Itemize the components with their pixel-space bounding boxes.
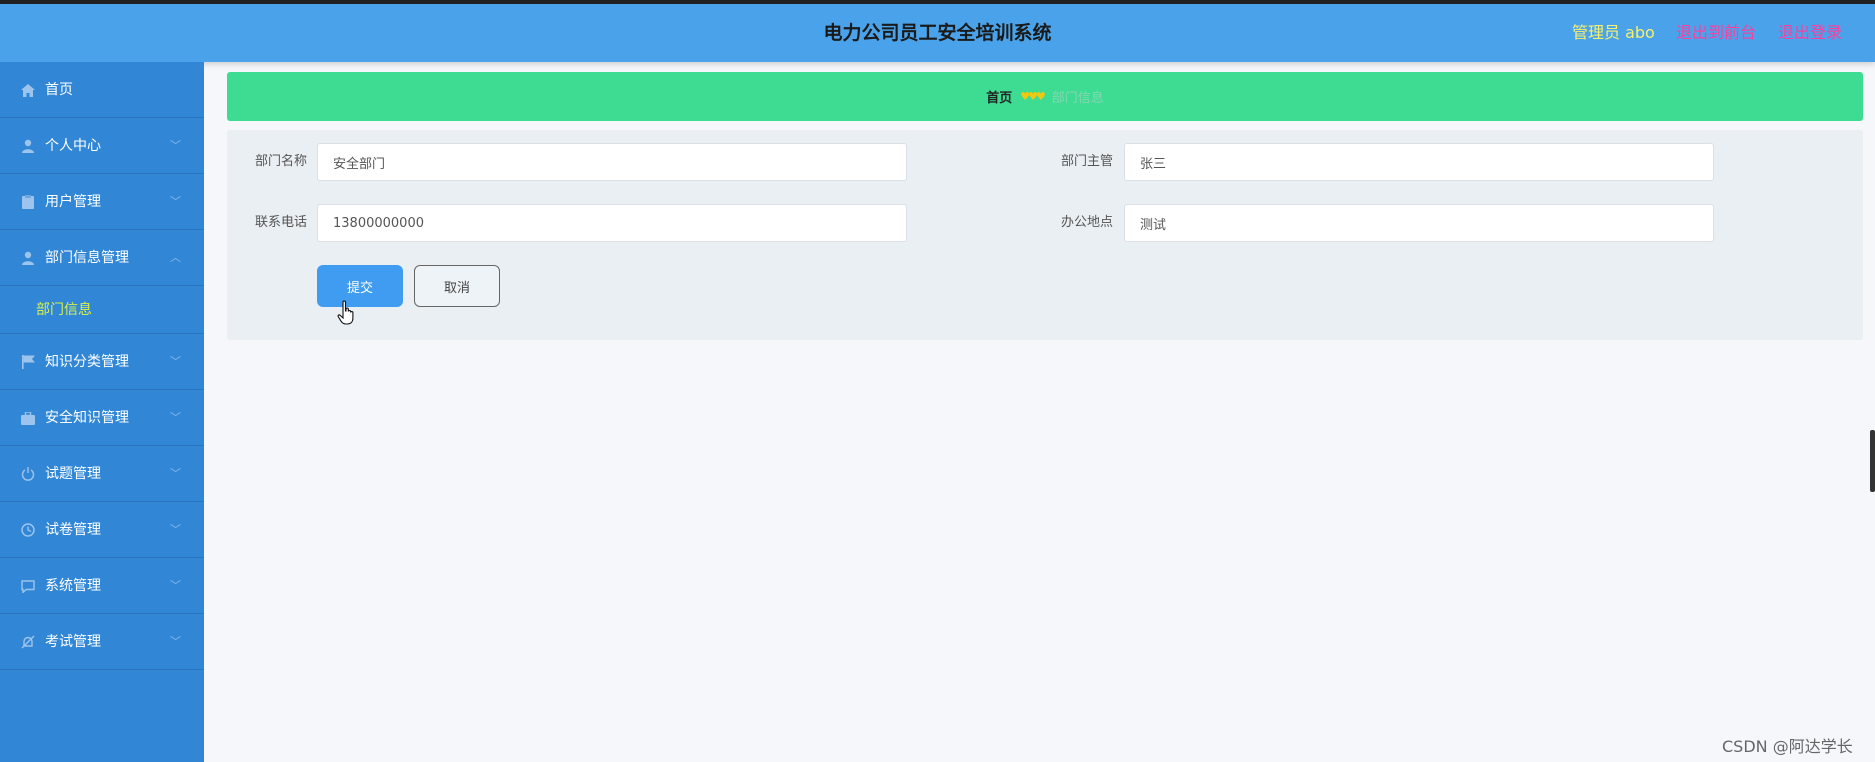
sidebar-item-dept-info[interactable]: 部门信息管理 ︿	[0, 230, 204, 286]
office-label: 办公地点	[1060, 215, 1113, 230]
sidebar-subitem-dept-info[interactable]: 部门信息	[0, 286, 204, 334]
chevron-down-icon: ﹀	[170, 467, 181, 480]
submit-button[interactable]: 提交	[317, 265, 403, 307]
sidebar-item-papers[interactable]: 试卷管理 ﹀	[0, 502, 204, 558]
sidebar-item-home[interactable]: 首页	[0, 62, 204, 118]
sidebar-item-system[interactable]: 系统管理 ﹀	[0, 558, 204, 614]
chevron-down-icon: ﹀	[170, 355, 181, 368]
flag-icon	[20, 354, 36, 370]
current-user: 管理员 abo	[1572, 23, 1655, 42]
logout-link[interactable]: 退出登录	[1778, 4, 1842, 62]
dept-name-label: 部门名称	[254, 154, 307, 169]
user-icon	[20, 250, 36, 266]
sidebar: 首页 个人中心 ﹀ 用户管理 ﹀ 部门信息管理 ︿ 部门信息 知识分类管理 ﹀	[0, 62, 204, 762]
heart-icon: ♥♥♥	[1020, 90, 1046, 103]
chevron-down-icon: ﹀	[170, 579, 181, 592]
sidebar-item-label: 试题管理	[45, 466, 101, 482]
chevron-down-icon: ﹀	[170, 139, 181, 152]
briefcase-icon	[20, 410, 36, 426]
sidebar-item-questions[interactable]: 试题管理 ﹀	[0, 446, 204, 502]
sidebar-item-personal[interactable]: 个人中心 ﹀	[0, 118, 204, 174]
sidebar-item-label: 试卷管理	[45, 522, 101, 538]
chevron-down-icon: ﹀	[170, 411, 181, 424]
user-icon	[20, 138, 36, 154]
front-link[interactable]: 退出到前台	[1676, 4, 1756, 62]
bell-off-icon	[20, 634, 36, 650]
sidebar-item-safety-knowledge[interactable]: 安全知识管理 ﹀	[0, 390, 204, 446]
chevron-down-icon: ﹀	[170, 635, 181, 648]
power-icon	[20, 466, 36, 482]
sidebar-subitem-label: 部门信息	[36, 302, 92, 318]
sidebar-item-label: 用户管理	[45, 194, 101, 210]
clipboard-icon	[20, 194, 36, 210]
form-panel: 部门名称 部门主管 联系电话 办公地点 提交 取消	[227, 130, 1863, 340]
manager-label: 部门主管	[1060, 154, 1113, 169]
phone-label: 联系电话	[254, 215, 307, 230]
sidebar-item-label: 个人中心	[45, 138, 101, 154]
home-icon	[20, 82, 36, 98]
watermark: CSDN @阿达学长	[1722, 737, 1853, 756]
hand-cursor-icon	[337, 300, 354, 325]
chevron-down-icon: ﹀	[170, 523, 181, 536]
sidebar-item-users[interactable]: 用户管理 ﹀	[0, 174, 204, 230]
scrollbar-thumb[interactable]	[1870, 430, 1875, 492]
header: 电力公司员工安全培训系统 管理员 abo 退出到前台 退出登录	[0, 4, 1875, 62]
phone-field[interactable]	[317, 204, 907, 242]
sidebar-item-label: 安全知识管理	[45, 410, 129, 426]
dept-name-field[interactable]	[317, 143, 907, 181]
sidebar-item-label: 首页	[45, 82, 73, 98]
chat-icon	[20, 578, 36, 594]
breadcrumb: 首页 ♥♥♥ 部门信息	[227, 72, 1863, 121]
sidebar-item-label: 知识分类管理	[45, 354, 129, 370]
breadcrumb-home[interactable]: 首页	[986, 87, 1012, 106]
manager-field[interactable]	[1124, 143, 1714, 181]
cancel-button[interactable]: 取消	[414, 265, 500, 307]
chevron-up-icon: ︿	[170, 251, 181, 264]
clock-icon	[20, 522, 36, 538]
office-field[interactable]	[1124, 204, 1714, 242]
sidebar-item-label: 系统管理	[45, 578, 101, 594]
sidebar-item-exams[interactable]: 考试管理 ﹀	[0, 614, 204, 670]
sidebar-item-label: 考试管理	[45, 634, 101, 650]
sidebar-item-knowledge-category[interactable]: 知识分类管理 ﹀	[0, 334, 204, 390]
chevron-down-icon: ﹀	[170, 195, 181, 208]
sidebar-item-label: 部门信息管理	[45, 250, 129, 266]
breadcrumb-current: 部门信息	[1051, 91, 1104, 106]
